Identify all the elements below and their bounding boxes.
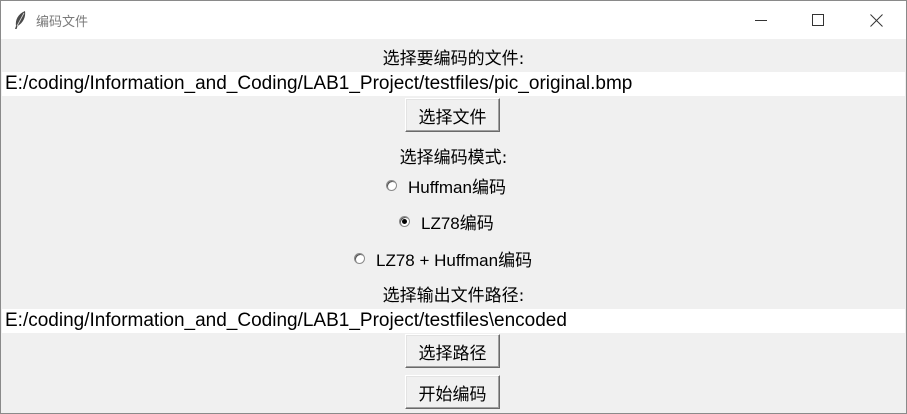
encoding-mode-label: 选择编码模式:: [399, 148, 508, 168]
title-bar[interactable]: 编码文件: [1, 1, 906, 39]
window-content: 选择要编码的文件: 选择文件 选择编码模式: Huffman编码 LZ78编码 …: [1, 39, 906, 413]
select-path-button[interactable]: 选择路径: [405, 334, 500, 368]
output-path-field[interactable]: [2, 309, 905, 333]
radio-lz78[interactable]: LZ78编码: [399, 209, 494, 233]
output-path-label: 选择输出文件路径:: [382, 286, 525, 306]
input-file-label: 选择要编码的文件:: [382, 49, 525, 69]
radio-huffman-label: Huffman编码: [408, 177, 506, 197]
radio-button-icon[interactable]: [354, 252, 365, 264]
input-file-entry[interactable]: [2, 72, 905, 96]
radio-huffman[interactable]: Huffman编码: [386, 173, 506, 197]
feather-icon: [13, 10, 27, 30]
radio-lz78-label: LZ78编码: [421, 213, 494, 233]
select-file-button[interactable]: 选择文件: [405, 98, 500, 132]
maximize-icon: [812, 14, 824, 26]
radio-button-selected-icon[interactable]: [399, 215, 410, 227]
radio-dot: [402, 218, 407, 224]
close-button[interactable]: [847, 1, 905, 39]
radio-lz78-huffman-label: LZ78 + Huffman编码: [376, 250, 533, 270]
close-icon: [869, 13, 883, 27]
radio-button-icon[interactable]: [386, 179, 397, 191]
output-path-entry[interactable]: [2, 309, 905, 333]
encode-file-window: 编码文件 选择要编码的文件: 选择文件 选择编码模式: Huffman编码: [0, 0, 907, 414]
maximize-button[interactable]: [789, 1, 847, 39]
radio-lz78-huffman[interactable]: LZ78 + Huffman编码: [354, 246, 532, 270]
start-encoding-button[interactable]: 开始编码: [405, 375, 500, 409]
window-title: 编码文件: [36, 15, 89, 30]
input-file-path-field[interactable]: [2, 72, 905, 96]
minimize-button[interactable]: [732, 1, 790, 39]
minimize-icon: [755, 14, 767, 26]
